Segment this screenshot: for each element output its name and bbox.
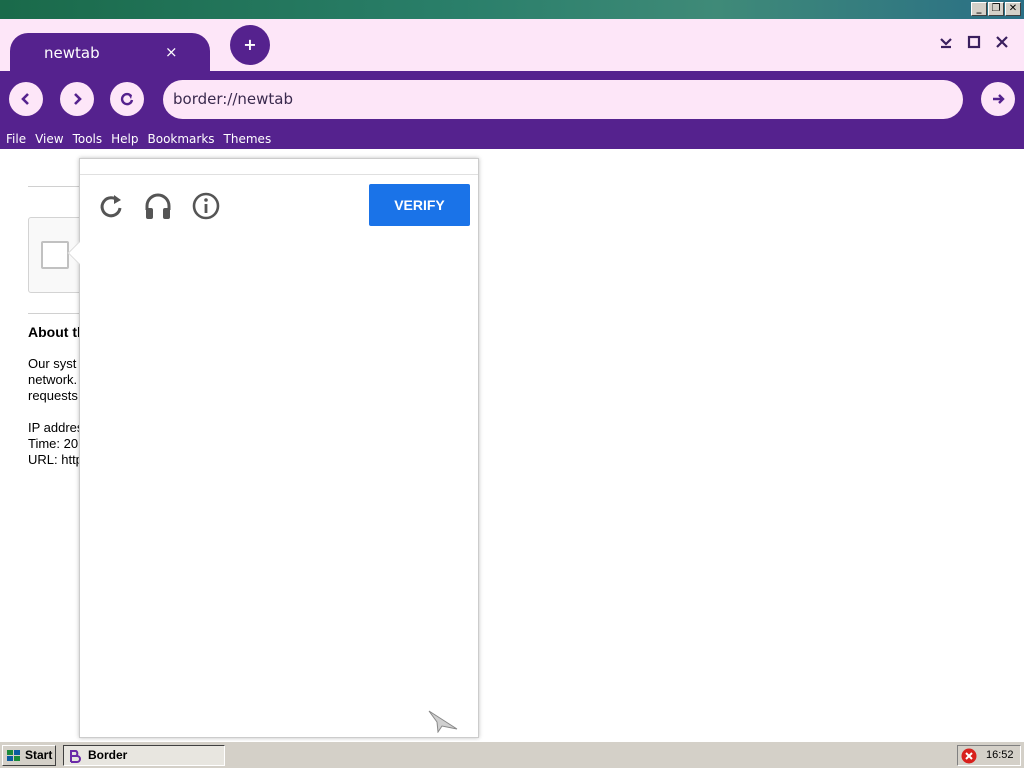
menu-themes[interactable]: Themes xyxy=(224,131,272,149)
arrow-right-icon xyxy=(993,94,1005,104)
menu-help[interactable]: Help xyxy=(111,131,138,149)
send-icon xyxy=(428,710,458,733)
page-text-line: network. xyxy=(28,372,78,387)
new-tab-button[interactable]: + xyxy=(230,25,270,65)
tab-strip: newtab × + xyxy=(0,19,1024,71)
divider xyxy=(28,186,80,187)
forward-button[interactable] xyxy=(60,82,94,116)
captcha-checkbox[interactable] xyxy=(41,241,69,269)
browser-icon xyxy=(70,750,81,763)
navigation-bar: border://newtab File View Tools Help Boo… xyxy=(0,71,1024,149)
start-button[interactable]: Start xyxy=(2,745,56,766)
go-button[interactable] xyxy=(981,82,1015,116)
page-text-line: IP addres xyxy=(28,420,84,435)
reload-button[interactable] xyxy=(110,82,144,116)
maximize-icon[interactable] xyxy=(967,35,981,53)
page-text-line: Our syst xyxy=(28,356,77,371)
headphones-icon[interactable] xyxy=(143,191,173,221)
reload-icon[interactable] xyxy=(96,191,126,221)
reload-icon xyxy=(120,92,134,106)
info-icon[interactable] xyxy=(191,191,221,221)
captcha-challenge-popup: VERIFY xyxy=(67,158,479,738)
menu-view[interactable]: View xyxy=(35,131,63,149)
menu-bookmarks[interactable]: Bookmarks xyxy=(148,131,215,149)
clock: 16:52 xyxy=(986,749,1014,761)
back-button[interactable] xyxy=(9,82,43,116)
tab-close-icon[interactable]: × xyxy=(165,43,178,61)
address-bar[interactable]: border://newtab xyxy=(163,80,963,119)
start-label: Start xyxy=(25,748,53,762)
taskbar-item-label: Border xyxy=(88,748,128,762)
taskbar-item-border[interactable]: Border xyxy=(63,745,225,766)
menu-tools[interactable]: Tools xyxy=(73,131,103,149)
page-text-line: Time: 20 xyxy=(28,436,79,451)
verify-button[interactable]: VERIFY xyxy=(369,184,470,226)
chevron-right-icon xyxy=(74,93,82,105)
popup-divider xyxy=(80,174,478,175)
menu-file[interactable]: File xyxy=(6,131,26,149)
divider xyxy=(28,313,80,314)
tab-title: newtab xyxy=(44,44,100,62)
page-text-line: requests xyxy=(28,388,78,403)
tab-newtab[interactable]: newtab × xyxy=(10,33,210,71)
error-icon[interactable] xyxy=(961,748,977,764)
chevron-left-icon xyxy=(21,93,29,105)
taskbar: Start Border 16:52 xyxy=(0,741,1024,768)
os-minimize-button[interactable]: _ xyxy=(971,2,987,16)
system-tray: 16:52 xyxy=(957,745,1021,766)
windows-logo-icon xyxy=(7,750,20,761)
close-window-icon[interactable] xyxy=(995,35,1009,53)
minimize-icon[interactable] xyxy=(939,35,953,53)
page-text-line: URL: http xyxy=(28,452,83,467)
os-close-button[interactable]: ✕ xyxy=(1005,2,1021,16)
about-heading: About th xyxy=(28,324,86,340)
os-title-bar: _ ❐ ✕ xyxy=(0,0,1024,19)
menu-bar: File View Tools Help Bookmarks Themes xyxy=(0,131,274,149)
os-restore-button[interactable]: ❐ xyxy=(988,2,1004,16)
